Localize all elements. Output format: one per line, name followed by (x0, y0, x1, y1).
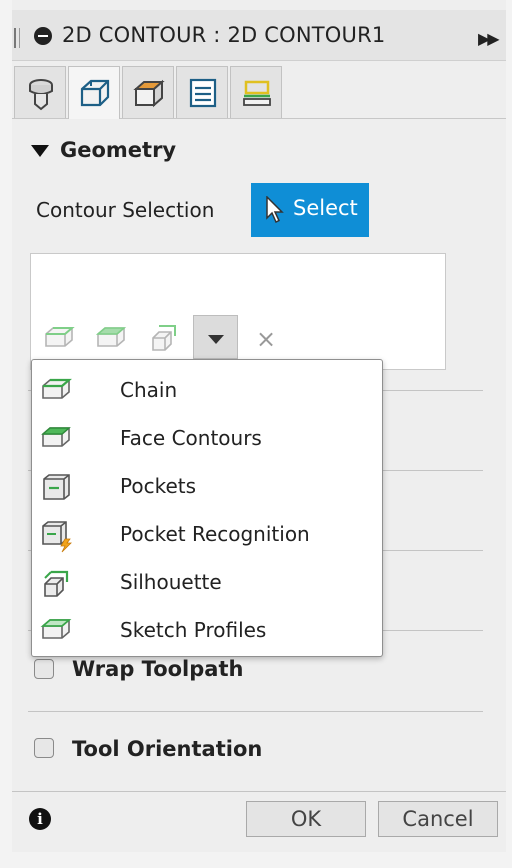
tab-passes[interactable] (176, 66, 228, 118)
menu-item-chain[interactable]: Chain (32, 365, 382, 413)
collapse-arrow-icon[interactable] (31, 145, 49, 157)
cancel-button[interactable]: Cancel (378, 801, 498, 837)
tab-linking[interactable] (230, 66, 282, 118)
drag-grip-line (19, 28, 20, 48)
wrap-toolpath-checkbox[interactable] (34, 659, 54, 679)
menu-item-pocket-recognition[interactable]: Pocket Recognition (32, 509, 382, 557)
background-bottom (0, 851, 512, 868)
background-right (506, 0, 512, 868)
tab-row (12, 62, 506, 119)
menu-item-label: Face Contours (120, 426, 262, 450)
background-left (0, 0, 12, 868)
menu-item-label: Pockets (120, 474, 197, 498)
silhouette-icon (44, 570, 69, 597)
tab-heights[interactable] (122, 66, 174, 118)
silhouette-icon[interactable] (147, 322, 181, 356)
menu-item-label: Silhouette (120, 570, 222, 594)
tab-geometry[interactable] (68, 66, 120, 119)
contour-selection-label: Contour Selection (36, 198, 215, 222)
stop-icon[interactable] (34, 27, 52, 45)
clear-selection-icon[interactable]: × (256, 325, 276, 353)
menu-item-label: Sketch Profiles (120, 618, 267, 642)
info-icon[interactable]: i (29, 808, 51, 830)
selection-mode-dropdown-button[interactable] (193, 315, 238, 359)
face-contours-icon (41, 427, 71, 447)
pockets-icon (43, 474, 70, 500)
sketch-profiles-icon (40, 619, 72, 639)
tool-icon (29, 79, 53, 111)
face-contours-icon[interactable] (94, 322, 128, 354)
tool-orientation-label[interactable]: Tool Orientation (72, 737, 262, 761)
geometry-section-title[interactable]: Geometry (60, 138, 176, 162)
menu-item-face-contours[interactable]: Face Contours (32, 413, 382, 461)
select-button[interactable]: Select (251, 183, 369, 237)
menu-item-label: Chain (120, 378, 178, 402)
wrap-toolpath-label[interactable]: Wrap Toolpath (72, 657, 243, 681)
geometry-cube-icon (80, 79, 110, 107)
chain-icon (42, 378, 72, 399)
dialog-title: 2D CONTOUR : 2D CONTOUR1 (62, 23, 386, 47)
select-button-label: Select (293, 196, 358, 220)
passes-icon (189, 78, 217, 108)
fast-forward-icon[interactable]: ▶▶ (478, 29, 500, 48)
menu-item-label: Pocket Recognition (120, 522, 310, 546)
pocket-recognition-icon (42, 521, 72, 553)
section-divider (28, 711, 483, 712)
linking-icon (243, 80, 271, 106)
ok-button[interactable]: OK (246, 801, 366, 837)
menu-item-silhouette[interactable]: Silhouette (32, 557, 382, 605)
cursor-arrow-icon (266, 196, 284, 224)
chain-icon[interactable] (42, 322, 76, 354)
tool-orientation-checkbox[interactable] (34, 738, 54, 758)
tab-tool[interactable] (14, 66, 66, 118)
selection-mode-menu: Chain Face Contours Pockets Pocket Recog… (31, 359, 383, 657)
contour-selection-box[interactable] (30, 253, 446, 370)
menu-item-sketch-profiles[interactable]: Sketch Profiles (32, 605, 382, 653)
heights-cube-icon (133, 79, 165, 108)
menu-item-pockets[interactable]: Pockets (32, 461, 382, 509)
drag-grip[interactable] (14, 28, 16, 48)
